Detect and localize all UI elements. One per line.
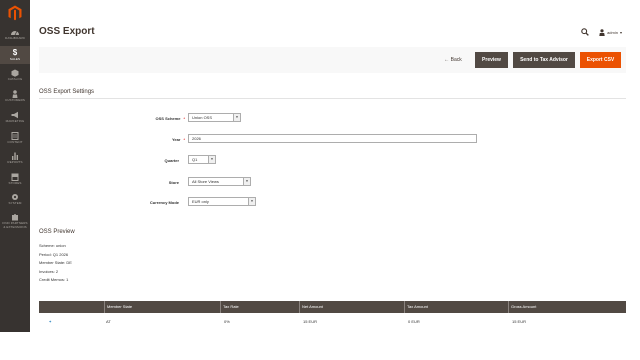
column-header-expand [39,301,104,313]
required-marker: * [183,116,185,121]
back-button[interactable]: ← Back [438,52,468,68]
preview-section-title: OSS Preview [39,229,75,235]
quarter-select[interactable]: Q1 ▼ [188,155,216,164]
puzzle-icon [12,214,18,221]
preview-scheme: Scheme: union [39,243,66,248]
layout-icon [11,132,19,140]
nav-label-customers: Customers [4,98,25,102]
cell-tax-amount: 0 EUR [408,319,420,324]
nav-item-content[interactable]: Content [0,132,30,147]
chevron-down-icon[interactable]: ▾ [620,30,622,35]
preview-invoices: Invoices: 2 [39,269,59,274]
preview-period: Period: Q1 2026 [39,252,69,257]
preview-credit-memos: Credit Memos: 1 [39,277,69,282]
dollar-icon: $ [12,48,18,57]
cell-tax-rate: 0% [224,319,230,324]
year-input[interactable]: 2026 [188,134,477,143]
nav-item-partners[interactable]: Find Partners & Extensions [0,213,30,233]
nav-label-partners: Find Partners & Extensions [2,221,28,229]
expand-row-toggle[interactable]: + [47,316,67,328]
nav-label-marketing: Marketing [5,119,25,123]
nav-label-dashboard: Dashboard [5,36,25,40]
magento-logo-icon[interactable] [7,5,23,21]
nav-item-system[interactable]: System [0,193,30,208]
preview-button[interactable]: Preview [475,52,508,68]
cell-gross-amount: 15 EUR [512,319,527,324]
nav-label-system: System [8,201,22,205]
bottom-strip [0,332,640,360]
cell-net-amount: 15 EUR [303,319,318,324]
arrow-left-icon: ← [444,57,450,63]
oss-scheme-value: Union OSS [192,115,213,120]
currency-mode-label: Currency Mode [149,200,179,205]
nav-label-catalog: Catalog [7,77,23,81]
cell-member-state: AT [106,319,111,324]
nav-label-content: Content [7,140,23,144]
chevron-down-icon: ▼ [248,198,255,205]
nav-item-catalog[interactable]: Catalog [0,69,30,84]
year-value: 2026 [192,136,201,141]
nav-label-sales: Sales [9,57,21,61]
oss-scheme-select[interactable]: Union OSS ▼ [188,113,241,122]
required-marker: * [183,137,185,142]
nav-label-reports: Reports [7,160,23,164]
column-header-member-state[interactable]: Member State [104,301,220,313]
back-button-label: Back [450,57,462,63]
store-value: All Store Views [192,179,219,184]
admin-sidebar: Dashboard $ Sales Catalog Customers Mark… [0,0,30,332]
speedometer-icon [11,30,19,36]
chevron-down-icon: ▼ [243,178,250,185]
settings-section-title: OSS Export Settings [39,89,95,95]
cube-icon [11,69,19,77]
year-label: Year * [171,137,185,142]
table-header: Member State Tax Rate Net Amount Tax Amo… [39,301,626,313]
user-name[interactable]: admin [607,30,618,35]
nav-item-dashboard[interactable]: Dashboard [0,28,30,43]
chevron-down-icon: ▼ [233,114,240,121]
megaphone-icon [11,111,18,119]
nav-item-marketing[interactable]: Marketing [0,111,30,126]
export-csv-button[interactable]: Export CSV [580,52,621,68]
header-actions: admin ▾ [581,27,622,37]
column-header-gross-amount[interactable]: Gross Amount [508,301,626,313]
chevron-down-icon: ▼ [208,156,215,163]
store-label: Store [168,180,179,185]
nav-item-reports[interactable]: Reports [0,152,30,167]
currency-mode-select[interactable]: EUR only ▼ [188,197,256,206]
nav-label-stores: Stores [8,181,22,185]
nav-item-sales[interactable]: $ Sales [0,46,30,64]
nav-item-stores[interactable]: Stores [0,173,30,188]
quarter-value: Q1 [192,157,198,162]
search-icon[interactable] [581,28,589,36]
column-header-tax-rate[interactable]: Tax Rate [220,301,299,313]
column-header-net-amount[interactable]: Net Amount [299,301,404,313]
table-row: + AT 0% 15 EUR 0 EUR 15 EUR [39,316,626,328]
currency-mode-value: EUR only [192,199,209,204]
bar-chart-icon [12,152,18,160]
nav-item-customers[interactable]: Customers [0,90,30,105]
preview-member-state: Member State: DE [39,260,72,265]
store-select[interactable]: All Store Views ▼ [188,177,251,186]
quarter-label: Quarter [164,158,179,163]
person-icon [12,90,18,98]
page-title: OSS Export [39,26,95,37]
send-to-tax-advisor-button[interactable]: Send to Tax Advisor [513,52,575,68]
storefront-icon [11,173,19,181]
settings-divider [39,98,626,99]
column-header-tax-amount[interactable]: Tax Amount [404,301,508,313]
oss-scheme-label: OSS Scheme * [155,116,185,121]
gear-icon [12,194,18,200]
user-icon[interactable] [599,28,605,36]
